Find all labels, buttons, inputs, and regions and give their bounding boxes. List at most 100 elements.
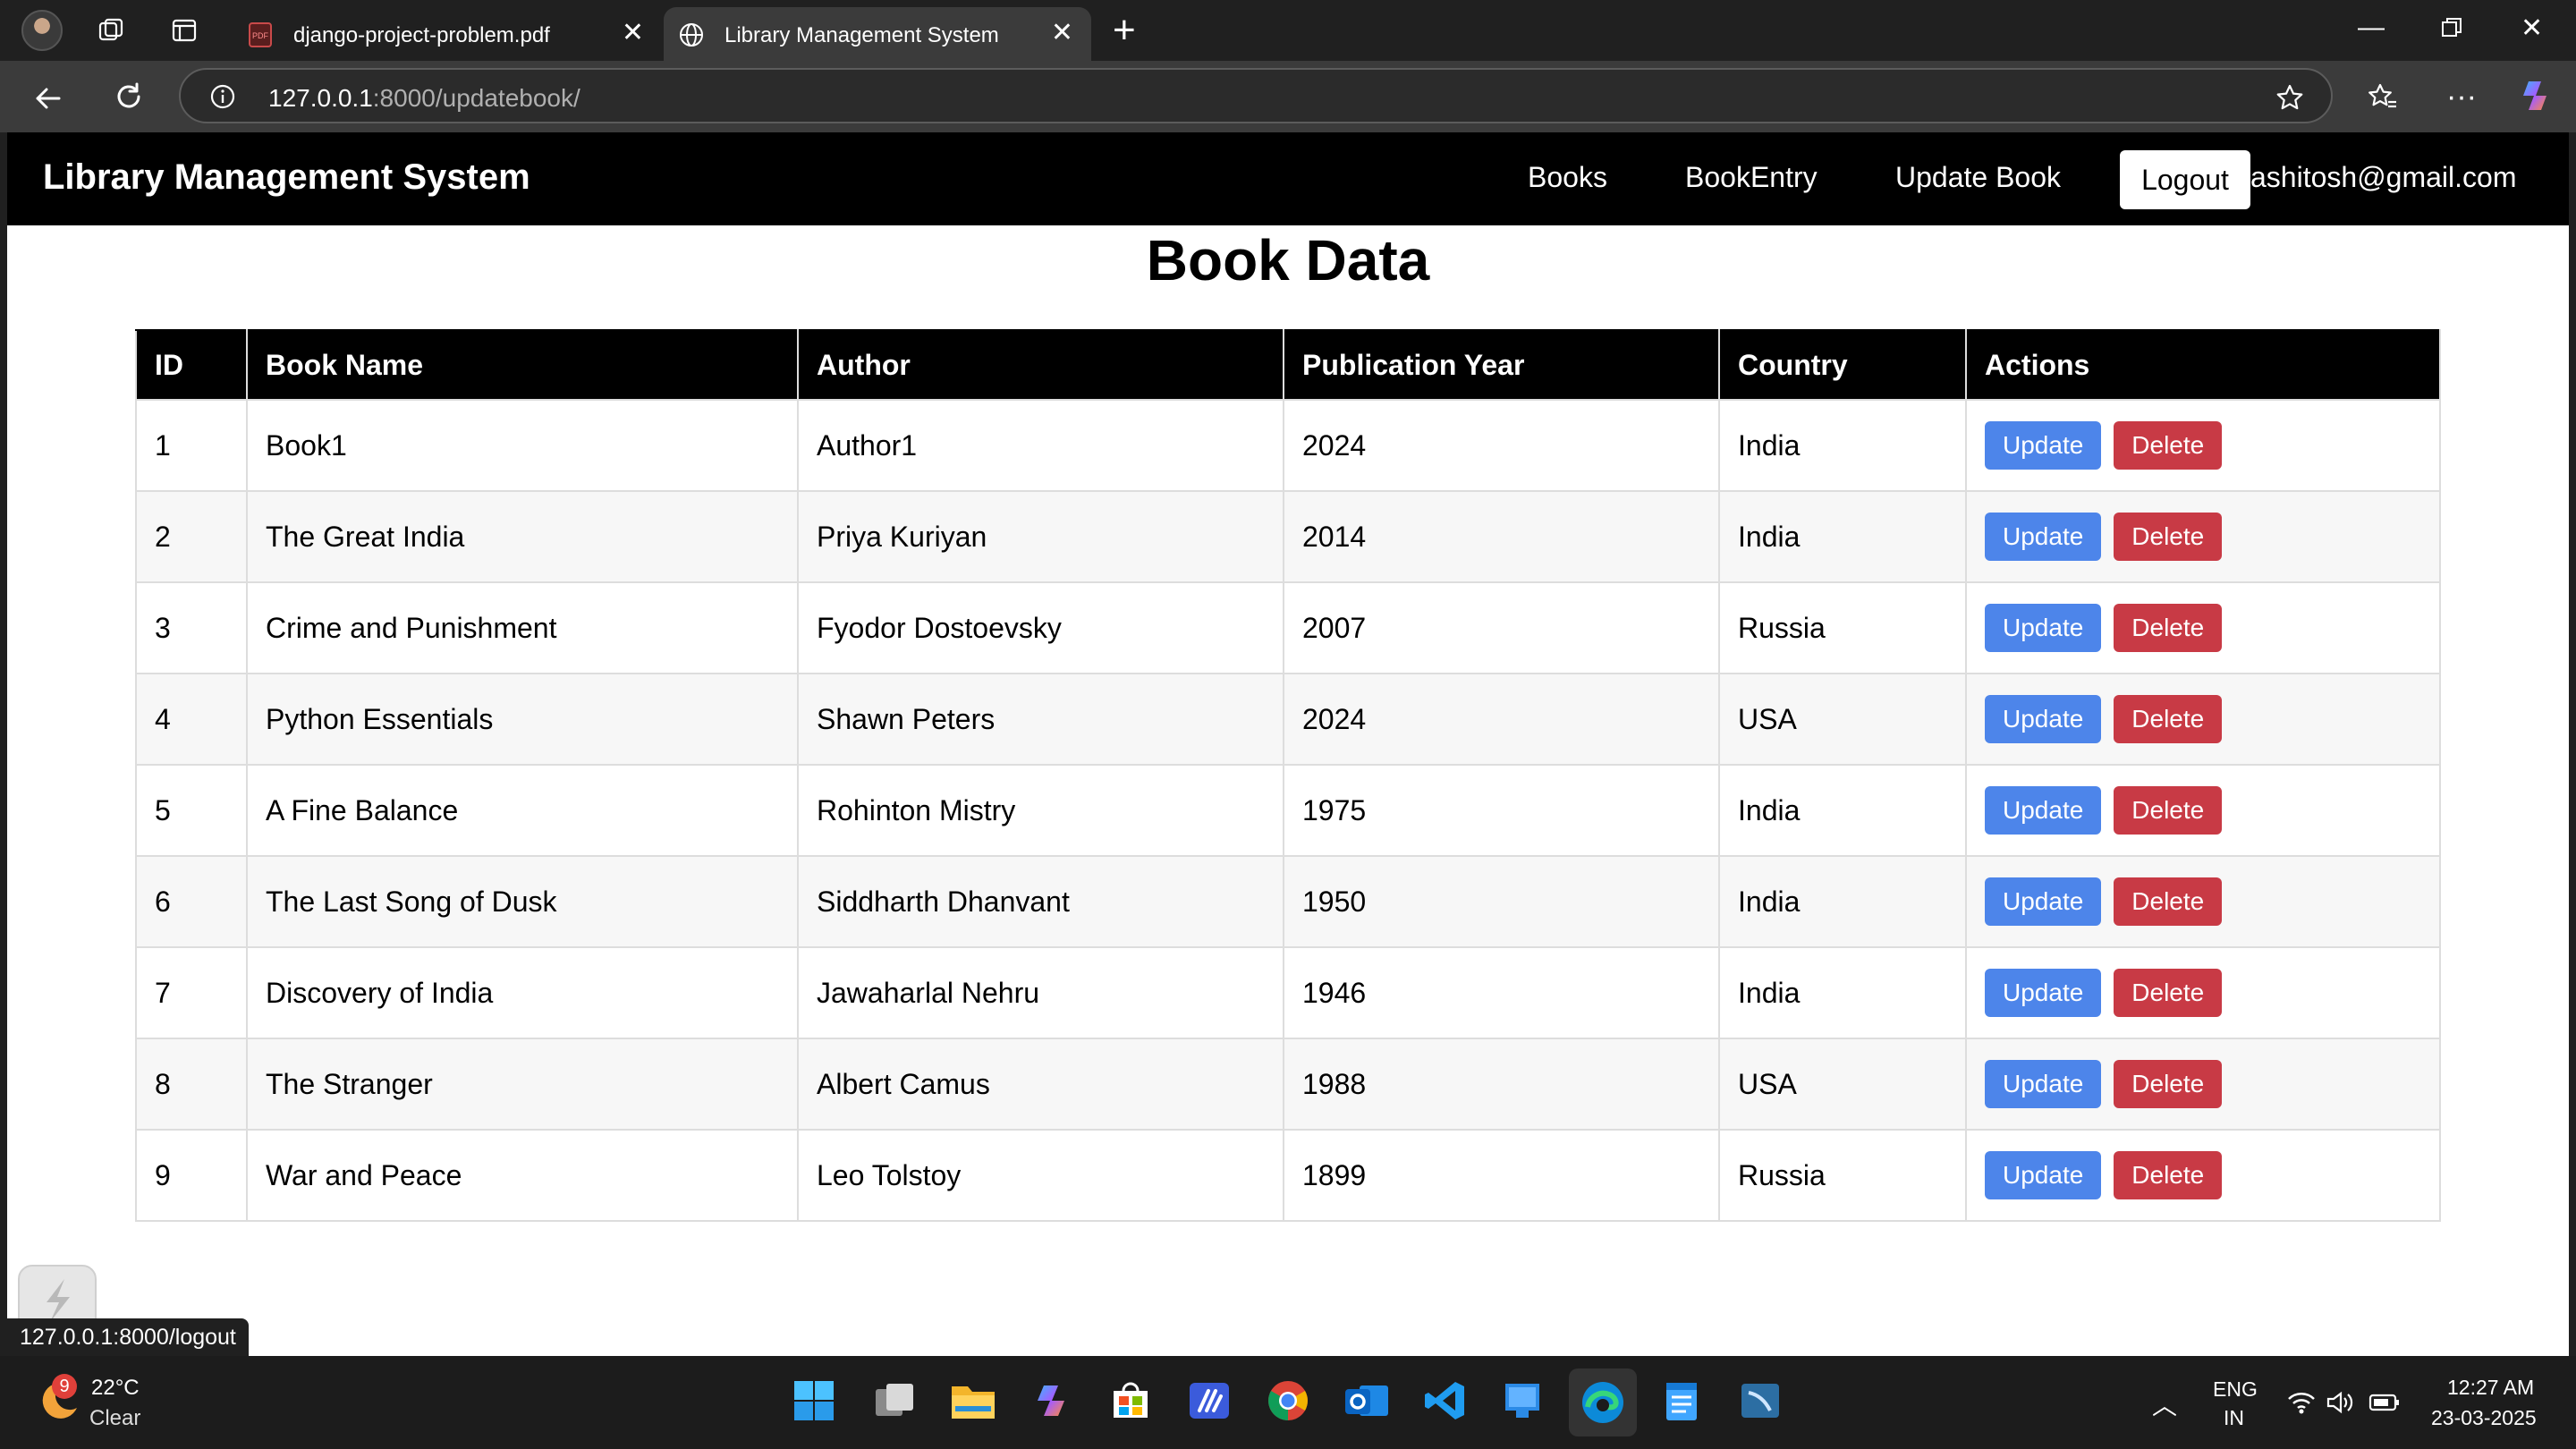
delete-button[interactable]: Delete: [2114, 604, 2223, 652]
url-path: :8000/updatebook/: [372, 84, 580, 112]
column-header-publication-year: Publication Year: [1283, 329, 1720, 401]
update-button[interactable]: Update: [1985, 604, 2102, 652]
cell-author: Leo Tolstoy: [797, 1129, 1284, 1222]
update-button[interactable]: Update: [1985, 1151, 2102, 1199]
database-app-icon[interactable]: [1735, 1376, 1785, 1426]
update-button[interactable]: Update: [1985, 786, 2102, 835]
restore-icon[interactable]: [2440, 16, 2463, 47]
task-view-icon[interactable]: [869, 1376, 919, 1426]
cell-country: India: [1718, 399, 1967, 492]
cell-actions: Update Delete: [1965, 855, 2441, 948]
profile-avatar[interactable]: [21, 10, 63, 51]
cell-author: Priya Kuriyan: [797, 490, 1284, 583]
cell-publication-year: 2007: [1283, 581, 1720, 674]
cell-publication-year: 1975: [1283, 764, 1720, 857]
region-indicator[interactable]: IN: [2224, 1406, 2244, 1430]
tab-title: Library Management System: [724, 23, 999, 47]
more-options-icon[interactable]: ···: [2444, 79, 2479, 114]
vscode-icon[interactable]: [1420, 1376, 1470, 1426]
page-viewport: Library Management System Books BookEntr…: [7, 132, 2569, 1356]
cell-publication-year: 2014: [1283, 490, 1720, 583]
cell-publication-year: 1899: [1283, 1129, 1720, 1222]
wifi-icon[interactable]: [2286, 1390, 2317, 1419]
tab-title: django-project-problem.pdf: [293, 23, 550, 47]
update-button[interactable]: Update: [1985, 421, 2102, 470]
battery-icon[interactable]: [2368, 1392, 2401, 1418]
cell-author: Author1: [797, 399, 1284, 492]
cell-country: Russia: [1718, 581, 1967, 674]
favorite-star-icon[interactable]: [2274, 81, 2306, 114]
cell-country: India: [1718, 855, 1967, 948]
file-explorer-icon[interactable]: [948, 1376, 998, 1426]
tab-library[interactable]: Library Management System ✕: [664, 7, 1091, 61]
page-title: Book Data: [1146, 228, 1430, 292]
update-button[interactable]: Update: [1985, 969, 2102, 1017]
notepad-blue-icon[interactable]: [1497, 1376, 1547, 1426]
clock-date[interactable]: 23-03-2025: [2431, 1406, 2537, 1430]
delete-button[interactable]: Delete: [2114, 513, 2223, 561]
back-icon[interactable]: [30, 80, 66, 116]
cell-actions: Update Delete: [1965, 581, 2441, 674]
table-row: 8 The Stranger Albert Camus 1988 USA Update De…: [135, 1038, 2441, 1131]
new-tab-icon[interactable]: +: [1113, 11, 1136, 50]
table-row: 6 The Last Song of Dusk Siddharth Dhanvant…: [135, 855, 2441, 948]
cell-author: Fyodor Dostoevsky: [797, 581, 1284, 674]
cell-author: Shawn Peters: [797, 673, 1284, 766]
update-button[interactable]: Update: [1985, 1060, 2102, 1108]
notepad-icon[interactable]: [1657, 1376, 1707, 1426]
url-text[interactable]: 127.0.0.1:8000/updatebook/: [268, 84, 580, 113]
language-indicator[interactable]: ENG: [2213, 1377, 2258, 1402]
delete-button[interactable]: Delete: [2114, 877, 2223, 926]
microsoft-store-icon[interactable]: [1106, 1376, 1156, 1426]
start-icon[interactable]: [789, 1376, 839, 1426]
address-bar[interactable]: 127.0.0.1:8000/updatebook/: [179, 68, 2333, 123]
nav-link-bookentry[interactable]: BookEntry: [1685, 161, 1818, 194]
logout-button[interactable]: Logout: [2120, 150, 2250, 209]
weather-widget[interactable]: 9: [32, 1374, 86, 1428]
site-info-icon[interactable]: [209, 83, 236, 110]
column-header-country: Country: [1718, 329, 1967, 401]
delete-button[interactable]: Delete: [2114, 1151, 2223, 1199]
workspaces-icon[interactable]: [95, 14, 127, 47]
weather-condition: Clear: [89, 1406, 141, 1430]
update-button[interactable]: Update: [1985, 513, 2102, 561]
refresh-icon[interactable]: [111, 79, 147, 114]
clock-time[interactable]: 12:27 AM: [2447, 1376, 2534, 1400]
cell-book-name: Discovery of India: [246, 946, 799, 1039]
tab-pdf[interactable]: PDF django-project-problem.pdf ✕: [233, 7, 662, 61]
close-tab-icon[interactable]: ✕: [1051, 20, 1073, 47]
delete-button[interactable]: Delete: [2114, 786, 2223, 835]
update-button[interactable]: Update: [1985, 695, 2102, 743]
weather-badge: 9: [52, 1374, 77, 1399]
volume-icon[interactable]: [2326, 1390, 2356, 1419]
show-hidden-icons-icon[interactable]: ︿: [2152, 1386, 2177, 1422]
cursor-app-icon[interactable]: [1184, 1376, 1234, 1426]
browser-tab-strip: PDF django-project-problem.pdf ✕ Library…: [0, 0, 2576, 61]
copilot-app-icon[interactable]: [1029, 1376, 1079, 1426]
globe-icon: [678, 21, 705, 48]
cell-publication-year: 2024: [1283, 399, 1720, 492]
close-window-icon[interactable]: ✕: [2521, 13, 2543, 44]
delete-button[interactable]: Delete: [2114, 421, 2223, 470]
chrome-icon[interactable]: [1263, 1376, 1313, 1426]
close-tab-icon[interactable]: ✕: [622, 20, 644, 47]
minimize-icon[interactable]: —: [2358, 13, 2385, 43]
outlook-icon[interactable]: [1342, 1376, 1392, 1426]
column-header-id: ID: [135, 329, 248, 401]
delete-button[interactable]: Delete: [2114, 695, 2223, 743]
cell-book-name: The Last Song of Dusk: [246, 855, 799, 948]
copilot-icon[interactable]: [2517, 75, 2558, 116]
delete-button[interactable]: Delete: [2114, 969, 2223, 1017]
tab-actions-icon[interactable]: [168, 14, 200, 47]
cell-id: 2: [135, 490, 248, 583]
svg-text:PDF: PDF: [252, 31, 269, 40]
update-button[interactable]: Update: [1985, 877, 2102, 926]
nav-link-update-book[interactable]: Update Book: [1895, 161, 2061, 194]
nav-link-books[interactable]: Books: [1528, 161, 1607, 194]
delete-button[interactable]: Delete: [2114, 1060, 2223, 1108]
site-brand[interactable]: Library Management System: [43, 157, 530, 198]
edge-icon[interactable]: [1569, 1368, 1637, 1436]
cell-country: India: [1718, 946, 1967, 1039]
cell-book-name: Crime and Punishment: [246, 581, 799, 674]
favorites-icon[interactable]: [2365, 79, 2401, 114]
